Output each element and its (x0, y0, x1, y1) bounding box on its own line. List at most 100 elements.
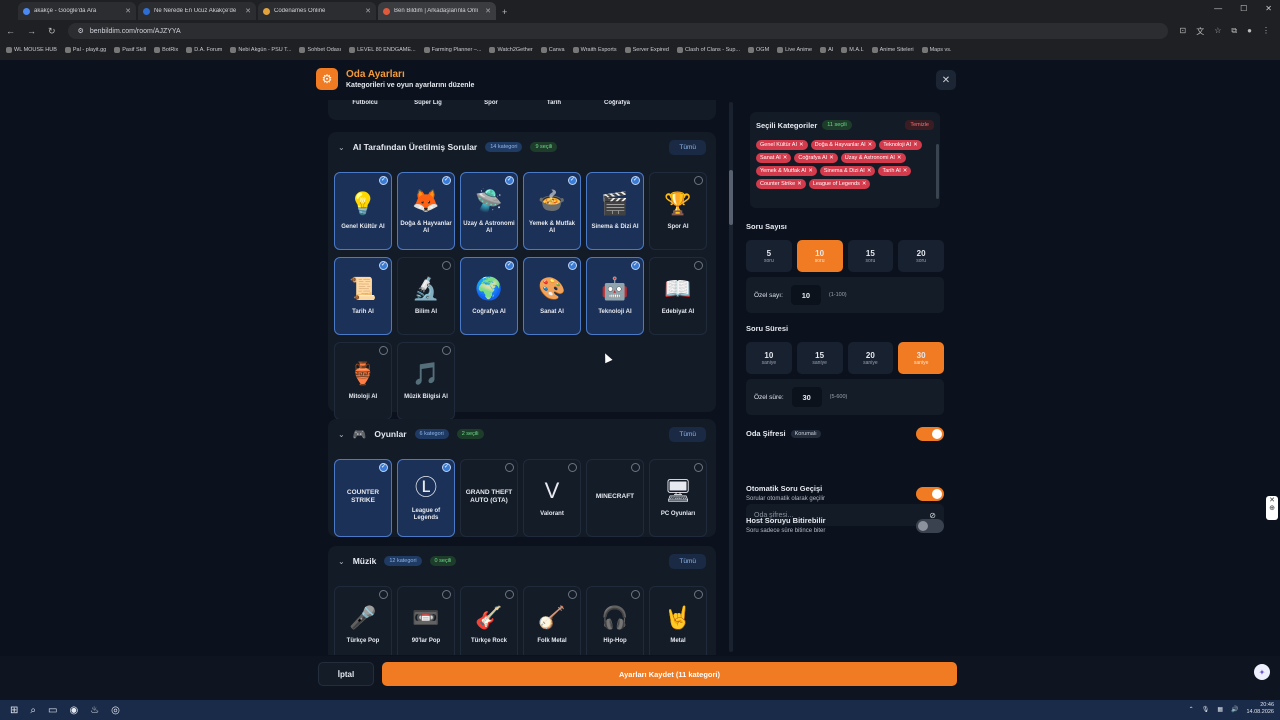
close-window-icon[interactable]: ✕ (1265, 4, 1272, 13)
chip-remove-icon[interactable]: ✕ (797, 181, 802, 187)
windows-start-icon[interactable]: ⊞ (10, 705, 18, 716)
category-card-co-rafya-ai[interactable]: ✓ 🌍 Coğrafya AI (460, 257, 518, 335)
reload-icon[interactable]: ↻ (48, 26, 56, 37)
option-10[interactable]: 10 saniye (746, 342, 792, 374)
bookmark[interactable]: D.A. Forum (186, 47, 222, 53)
menu-icon[interactable]: ⋮ (1262, 26, 1270, 37)
new-tab-icon[interactable]: + (502, 7, 507, 17)
checkbox[interactable]: ✓ (568, 176, 577, 185)
microphone-icon[interactable]: 🎙 (1202, 706, 1210, 713)
checkbox[interactable] (379, 346, 388, 355)
chip-remove-icon[interactable]: ✕ (829, 155, 834, 161)
checkbox[interactable] (568, 463, 577, 472)
help-chat-icon[interactable]: ✦ (1254, 664, 1270, 680)
search-icon[interactable]: ⌕ (30, 705, 36, 716)
category-card-mitoloji-ai[interactable]: 🏺 Mitoloji AI (334, 342, 392, 420)
room-password-toggle[interactable] (916, 427, 944, 441)
maximize-icon[interactable]: ☐ (1240, 4, 1247, 13)
chip-remove-icon[interactable]: ✕ (862, 181, 867, 187)
install-icon[interactable]: ⊡ (1180, 26, 1187, 37)
chip-remove-icon[interactable]: ✕ (783, 155, 788, 161)
chip-remove-icon[interactable]: ✕ (867, 168, 872, 174)
checkbox[interactable] (442, 261, 451, 270)
bookmark[interactable]: Sohbet Odası (299, 47, 341, 53)
bookmark[interactable]: Farming Planner –... (423, 47, 481, 53)
chip-remove-icon[interactable]: ✕ (913, 142, 918, 148)
cancel-button[interactable]: İptal (318, 662, 374, 686)
checkbox[interactable] (442, 346, 451, 355)
category-card-sanat-ai[interactable]: ✓ 🎨 Sanat AI (523, 257, 581, 335)
option-15[interactable]: 15 soru (847, 240, 894, 272)
category-card-do-a-hayvanlar-ai[interactable]: ✓ 🦊 Doğa & Hayvanlar AI (397, 172, 455, 250)
custom-count-input[interactable]: 10 (790, 285, 821, 305)
host-end-toggle[interactable] (916, 519, 944, 533)
section-header-ai[interactable]: ⌄ AI Tarafından Üretilmiş Sorular 14 kat… (328, 132, 716, 162)
checkbox[interactable]: ✓ (379, 463, 388, 472)
chip-remove-icon[interactable]: ✕ (868, 142, 873, 148)
checkbox[interactable]: ✓ (505, 261, 514, 270)
bookmark[interactable]: WL MOUSE HUB (6, 47, 57, 53)
category-card-bilim-ai[interactable]: 🔬 Bilim AI (397, 257, 455, 335)
category-card-genel-k-lt-r-ai[interactable]: ✓ 💡 Genel Kültür AI (334, 172, 392, 250)
category-card-teknoloji-ai[interactable]: ✓ 🤖 Teknoloji AI (586, 257, 644, 335)
forward-icon[interactable]: → (27, 26, 36, 36)
bookmark[interactable]: Live Anime (777, 47, 812, 53)
auto-next-toggle[interactable] (916, 487, 944, 501)
profile-icon[interactable]: ● (1247, 26, 1252, 37)
select-all-button[interactable]: Tümü (669, 139, 706, 155)
category-card-counter-strike[interactable]: ✓ COUNTER STRIKE (334, 459, 392, 537)
bookmark[interactable]: Watch2Gether (489, 47, 533, 53)
chrome-icon[interactable]: ◉ (69, 705, 78, 716)
bookmark[interactable]: LEVEL 80 ENDGAME... (349, 47, 416, 53)
category-card-league-of-legends[interactable]: ✓ Ⓛ League of Legends (397, 459, 455, 537)
bookmark[interactable]: AI (820, 47, 833, 53)
tab-close-icon[interactable]: ✕ (485, 7, 491, 15)
back-icon[interactable]: ← (6, 26, 15, 36)
scrollbar-thumb[interactable] (729, 170, 733, 225)
option-5[interactable]: 5 soru (746, 240, 792, 272)
category-card-t-rk-e-pop[interactable]: 🎤 Türkçe Pop (334, 586, 392, 655)
volume-icon[interactable]: 🔊 (1231, 706, 1238, 713)
checkbox[interactable]: ✓ (379, 261, 388, 270)
url-field[interactable]: ⚙ benbildim.com/room/AJZYYA (67, 23, 1168, 39)
clear-button[interactable]: Temizle (905, 120, 934, 130)
chip-remove-icon[interactable]: ✕ (799, 142, 804, 148)
network-icon[interactable]: ▦ (1217, 706, 1223, 713)
checkbox[interactable] (442, 590, 451, 599)
select-all-button[interactable]: Tümü (669, 553, 706, 569)
close-icon[interactable]: ✕ (936, 70, 956, 90)
option-30[interactable]: 30 saniye (898, 342, 944, 374)
checkbox[interactable] (379, 590, 388, 599)
steam-icon[interactable]: ♨ (90, 705, 99, 716)
category-card-yemek-mutfak-ai[interactable]: ✓ 🍲 Yemek & Mutfak AI (523, 172, 581, 250)
minimize-icon[interactable]: — (1214, 4, 1222, 13)
checkbox[interactable]: ✓ (442, 176, 451, 185)
category-card-90-lar-pop[interactable]: 📼 90'lar Pop (397, 586, 455, 655)
section-header-music[interactable]: ⌄ Müzik 12 kategori 0 seçili Tümü (328, 546, 716, 576)
bookmark[interactable]: Nebi Akgün - PSU T... (230, 47, 291, 53)
browser-tab[interactable]: Ne Nerede En Ucuz Akakçe'de ✕ (138, 2, 256, 20)
checkbox[interactable]: ✓ (568, 261, 577, 270)
clock[interactable]: 20:46 14.08.2026 (1246, 702, 1274, 716)
checkbox[interactable] (631, 590, 640, 599)
custom-time-input[interactable]: 30 (791, 387, 822, 407)
select-all-button[interactable]: Tümü (669, 426, 706, 442)
tray-chevron-icon[interactable]: ⌃ (1189, 706, 1194, 713)
chip-remove-icon[interactable]: ✕ (808, 168, 813, 174)
category-card-spor-ai[interactable]: 🏆 Spor AI (649, 172, 707, 250)
category-card-m-zik-bilgisi-ai[interactable]: 🎵 Müzik Bilgisi AI (397, 342, 455, 420)
section-header-games[interactable]: ⌄ 🎮 Oyunlar 6 kategori 2 seçili Tümü (328, 419, 716, 449)
bookmark[interactable]: M.A.L (841, 47, 864, 53)
option-20[interactable]: 20 saniye (847, 342, 894, 374)
bookmark[interactable]: Pasif Skill (114, 47, 146, 53)
tab-close-icon[interactable]: ✕ (125, 7, 131, 15)
translate-icon[interactable]: 文 (1196, 26, 1204, 37)
browser-tab[interactable]: akakçe - Google'da Ara ✕ (18, 2, 136, 20)
tab-close-icon[interactable]: ✕ (245, 7, 251, 15)
bookmark[interactable]: Canva (540, 47, 565, 53)
category-card-metal[interactable]: 🤘 Metal (649, 586, 707, 655)
category-card-valorant[interactable]: V Valorant (523, 459, 581, 537)
bookmark[interactable]: Wraith Esports (572, 47, 617, 53)
category-list[interactable]: Futbolcu Süper Lig Spor Tarih Coğrafya ⌄ AI … (328, 100, 716, 655)
chevron-down-icon[interactable]: ⌄ (338, 557, 345, 566)
